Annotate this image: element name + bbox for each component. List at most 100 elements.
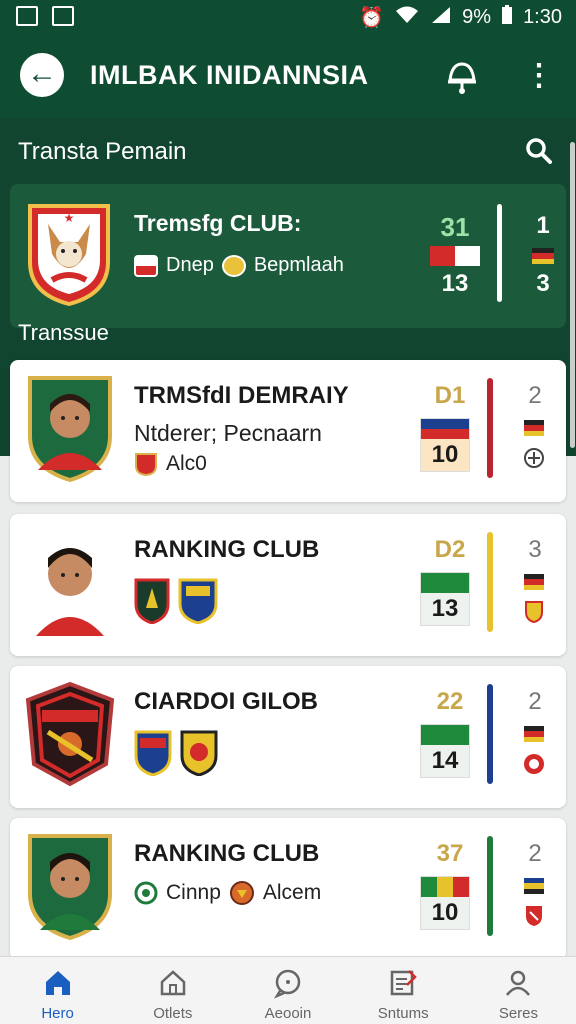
- player-portrait-icon: [28, 376, 112, 482]
- club-badge-icon: [229, 881, 254, 905]
- nav-label: Seres: [498, 1005, 538, 1022]
- nav-label: Sntums: [377, 1005, 429, 1022]
- featured-badges: Dnep Bepmlaah: [134, 254, 344, 277]
- search-icon: [526, 138, 552, 164]
- right-value: 2: [528, 382, 542, 409]
- home-icon: [45, 971, 70, 995]
- club-mini-icon: [524, 754, 544, 774]
- scrollbar[interactable]: [570, 142, 575, 448]
- card-title: CIARDOI GILOB: [134, 688, 318, 715]
- chat-icon: [273, 969, 301, 999]
- alarm-icon: ⏰: [359, 6, 385, 29]
- app-title: IMLBAK INIDANNSIA: [90, 60, 369, 90]
- flag-icon: [524, 574, 544, 590]
- score-top: D1: [434, 382, 466, 409]
- notification-button[interactable]: [442, 56, 482, 96]
- battery-icon: [501, 5, 513, 30]
- featured-right-top: 1: [536, 212, 550, 239]
- score-box: 10: [420, 876, 470, 930]
- flag-icon: [134, 254, 158, 277]
- right-value: 3: [528, 536, 542, 563]
- divider: [487, 836, 493, 936]
- featured-transfer-card[interactable]: ★ Tremsfg CLUB: Dnep Bepmlaah 31 13 1 3: [10, 184, 566, 328]
- featured-title: Tremsfg CLUB:: [134, 210, 302, 236]
- image-notification-icon: [16, 6, 38, 26]
- flag-icon: [524, 878, 544, 894]
- nav-label: Aeooin: [264, 1005, 312, 1022]
- divider: [497, 204, 502, 302]
- edit-list-icon: [390, 970, 417, 996]
- club-mini-icon: [526, 906, 542, 926]
- featured-score-bottom: 13: [441, 270, 469, 297]
- club-badge-icon: [135, 453, 157, 476]
- card-subtitle: Ntderer; Pecnaarn: [134, 420, 322, 446]
- card-badge-label: Alc0: [166, 452, 207, 475]
- nav-label: Hero: [41, 1005, 74, 1022]
- featured-right-bottom: 3: [536, 270, 550, 297]
- arrow-left-icon: ←: [27, 57, 57, 90]
- nav-item-otlets[interactable]: Otlets: [115, 957, 230, 1024]
- nav-item-aeooin[interactable]: Aeooin: [230, 957, 345, 1024]
- flag-icon: [524, 726, 544, 742]
- nav-item-seres[interactable]: Seres: [461, 957, 576, 1024]
- featured-flag-bar: [430, 246, 480, 266]
- divider: [487, 378, 493, 478]
- score-top: 22: [436, 688, 464, 715]
- card-badges: [134, 578, 218, 624]
- score-box: 13: [420, 572, 470, 626]
- card-badge-label: Cinnp: [166, 881, 221, 904]
- score-box: 10: [420, 418, 470, 472]
- club-badge-icon: [178, 578, 218, 624]
- club-crest-icon: ★: [28, 204, 110, 306]
- signal-icon: [430, 5, 452, 30]
- search-button[interactable]: [524, 136, 554, 166]
- card-title: RANKING CLUB: [134, 536, 320, 563]
- more-vertical-icon: ⋮: [524, 59, 554, 92]
- transfer-card[interactable]: TRMSfdI DEMRAIY Ntderer; Pecnaarn Alc0 D…: [10, 360, 566, 502]
- club-badge-icon: [134, 730, 172, 776]
- player-portrait-icon: [26, 528, 114, 636]
- flag-icon: [532, 248, 554, 264]
- app-notification-icon: [52, 6, 74, 26]
- battery-percent: 9%: [462, 6, 492, 28]
- score-bottom: 10: [421, 439, 469, 471]
- divider: [487, 684, 493, 784]
- divider: [487, 532, 493, 632]
- flag-icon: [524, 420, 544, 436]
- transfer-card[interactable]: CIARDOI GILOB 22 14 2: [10, 666, 566, 808]
- club-badge-icon: [180, 730, 218, 776]
- house-outline-icon: [160, 970, 186, 996]
- transfer-card[interactable]: RANKING CLUB D2 13 3: [10, 514, 566, 656]
- featured-score-top: 31: [440, 212, 470, 242]
- card-title: TRMSfdI DEMRAIY: [134, 382, 349, 409]
- clock: 1:30: [523, 6, 562, 28]
- score-box: 14: [420, 724, 470, 778]
- nav-label: Otlets: [153, 1005, 193, 1022]
- club-badge-icon: [134, 881, 158, 905]
- card-badges: Cinnp Alcem: [134, 880, 321, 906]
- transfer-card[interactable]: RANKING CLUB Cinnp Alcem 37 10 2: [10, 818, 566, 960]
- club-mini-icon: [525, 601, 543, 624]
- card-badge-label: Alcem: [262, 881, 322, 904]
- nav-item-home[interactable]: Hero: [0, 957, 115, 1024]
- featured-badge-2: Bepmlaah: [253, 254, 344, 276]
- back-button[interactable]: ←: [20, 53, 64, 97]
- bottom-nav: Hero Otlets Aeooin Sntums Seres: [0, 956, 576, 1024]
- card-title: RANKING CLUB: [134, 840, 320, 867]
- card-badges: [134, 730, 218, 776]
- right-value: 2: [528, 840, 542, 867]
- band-label: Transsue: [18, 320, 109, 345]
- nav-item-sntums[interactable]: Sntums: [346, 957, 461, 1024]
- score-bottom: 10: [421, 897, 469, 929]
- club-crest-icon: [25, 681, 115, 787]
- score-bottom: 13: [421, 593, 469, 625]
- more-options-button[interactable]: ⋮: [524, 56, 554, 96]
- player-portrait-icon: [28, 834, 112, 940]
- club-badge-icon: [221, 254, 246, 277]
- status-bar: ⏰ 9% 1:30: [0, 0, 576, 34]
- svg-text:★: ★: [64, 211, 75, 225]
- club-badge-icon: [134, 578, 170, 624]
- right-value: 2: [528, 688, 542, 715]
- score-bottom: 14: [421, 745, 469, 777]
- app-bar: ← IMLBAK INIDANNSIA ⋮: [0, 34, 576, 118]
